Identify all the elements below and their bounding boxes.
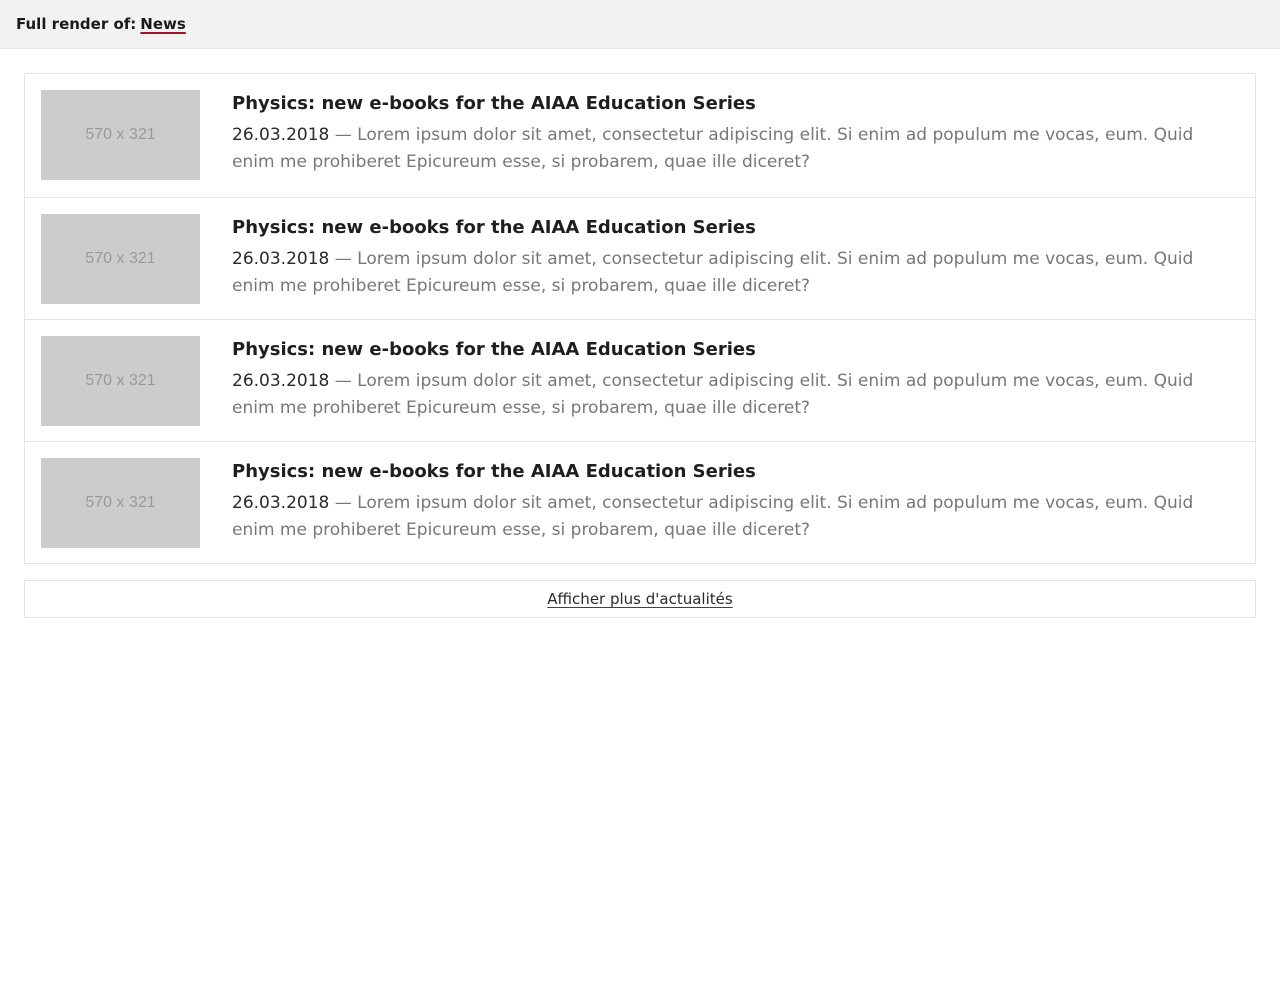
news-title[interactable]: Physics: new e-books for the AIAA Educat… (232, 91, 1232, 117)
more-news-container: Afficher plus d'actualités (24, 580, 1256, 618)
more-news-link[interactable]: Afficher plus d'actualités (547, 590, 732, 608)
thumbnail-placeholder[interactable]: 570 x 321 (41, 90, 200, 180)
news-summary: Lorem ipsum dolor sit amet, consectetur … (232, 493, 1194, 540)
news-content: Physics: new e-books for the AIAA Educat… (232, 90, 1232, 176)
news-separator: — (334, 371, 352, 391)
news-summary: Lorem ipsum dolor sit amet, consectetur … (232, 249, 1194, 296)
news-description: 26.03.2018 — Lorem ipsum dolor sit amet,… (232, 122, 1232, 176)
news-link[interactable]: News (140, 15, 186, 33)
news-date: 26.03.2018 (232, 249, 330, 269)
news-date: 26.03.2018 (232, 493, 330, 513)
thumbnail-placeholder[interactable]: 570 x 321 (41, 336, 200, 426)
thumbnail-placeholder[interactable]: 570 x 321 (41, 214, 200, 304)
news-item[interactable]: 570 x 321 Physics: new e-books for the A… (25, 197, 1255, 319)
render-label: Full render of: (16, 15, 137, 33)
news-title[interactable]: Physics: new e-books for the AIAA Educat… (232, 215, 1232, 241)
news-description: 26.03.2018 — Lorem ipsum dolor sit amet,… (232, 246, 1232, 300)
thumbnail-placeholder[interactable]: 570 x 321 (41, 458, 200, 548)
news-title[interactable]: Physics: new e-books for the AIAA Educat… (232, 337, 1232, 363)
news-description: 26.03.2018 — Lorem ipsum dolor sit amet,… (232, 368, 1232, 422)
top-bar: Full render of: News (0, 0, 1280, 49)
news-item[interactable]: 570 x 321 Physics: new e-books for the A… (25, 441, 1255, 563)
news-separator: — (334, 249, 352, 269)
news-separator: — (334, 493, 352, 513)
news-description: 26.03.2018 — Lorem ipsum dolor sit amet,… (232, 490, 1232, 544)
news-summary: Lorem ipsum dolor sit amet, consectetur … (232, 371, 1194, 418)
news-content: Physics: new e-books for the AIAA Educat… (232, 336, 1232, 422)
news-item[interactable]: 570 x 321 Physics: new e-books for the A… (25, 74, 1255, 197)
news-summary: Lorem ipsum dolor sit amet, consectetur … (232, 125, 1194, 172)
news-list: 570 x 321 Physics: new e-books for the A… (24, 73, 1256, 564)
news-separator: — (334, 125, 352, 145)
news-content: Physics: new e-books for the AIAA Educat… (232, 214, 1232, 300)
news-date: 26.03.2018 (232, 371, 330, 391)
news-date: 26.03.2018 (232, 125, 330, 145)
news-title[interactable]: Physics: new e-books for the AIAA Educat… (232, 459, 1232, 485)
main-content: 570 x 321 Physics: new e-books for the A… (0, 49, 1280, 618)
news-content: Physics: new e-books for the AIAA Educat… (232, 458, 1232, 544)
news-item[interactable]: 570 x 321 Physics: new e-books for the A… (25, 319, 1255, 441)
